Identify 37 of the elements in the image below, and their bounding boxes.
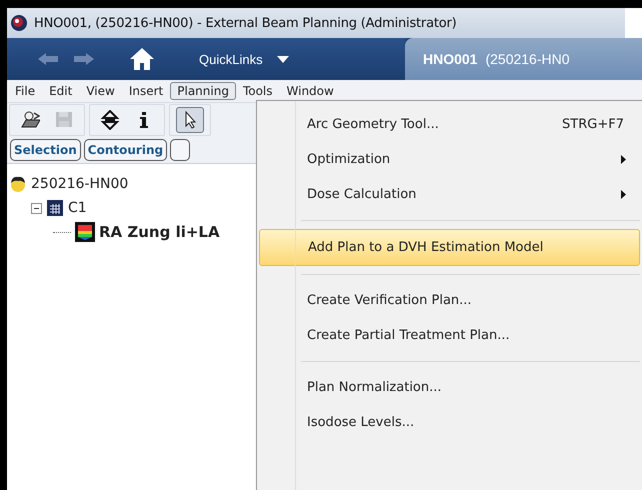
menu-item[interactable]: Insert — [122, 82, 170, 100]
quicklinks-menu[interactable]: QuickLinks — [199, 52, 289, 66]
app-icon — [10, 14, 28, 32]
workspace-tab[interactable]: Selection — [10, 139, 81, 161]
menu-item[interactable]: View — [79, 82, 122, 100]
patient-icon — [9, 175, 27, 193]
dose-map-icon — [75, 222, 95, 242]
tree-item[interactable]: C1 — [68, 200, 87, 216]
menu-item[interactable]: Edit — [42, 82, 80, 100]
home-icon[interactable] — [129, 47, 155, 71]
menu-option[interactable]: Dose Calculation — [259, 177, 640, 212]
menu-item[interactable]: File — [8, 82, 42, 100]
menu-option[interactable]: Create Verification Plan... — [259, 283, 640, 318]
menu-item[interactable]: Tools — [236, 82, 280, 100]
up-down-arrows-icon — [100, 110, 120, 130]
window-title: HNO001, (250216-HN00) - External Beam Planning (Administrator) — [34, 16, 457, 30]
workspace-tab[interactable]: Contouring — [84, 139, 168, 161]
open-patient-icon — [20, 110, 40, 130]
workspace-tab[interactable] — [170, 139, 190, 161]
menu-item[interactable]: Planning — [170, 82, 236, 100]
grid-icon — [46, 199, 64, 217]
shortcut-label: STRG+F7 — [562, 117, 624, 132]
menu-option[interactable]: Isodose Levels... — [259, 405, 640, 440]
menu-option[interactable]: Create Partial Treatment Plan... — [259, 318, 640, 353]
menu-option[interactable]: Add Plan to a DVH Estimation Model — [259, 229, 640, 266]
forward-icon[interactable] — [73, 52, 95, 66]
back-icon[interactable] — [37, 52, 59, 66]
pointer-button[interactable] — [176, 107, 204, 133]
collapse-icon[interactable] — [31, 202, 42, 214]
tree-item[interactable]: 250216-HN00 — [31, 176, 128, 192]
caret-icon — [276, 56, 289, 62]
menu-option[interactable]: Optimization — [259, 142, 640, 177]
menu-item[interactable]: Window — [280, 82, 341, 100]
tree-item[interactable]: RA Zung li+LA — [99, 223, 220, 241]
menu-option[interactable]: Arc Geometry Tool... STRG+F7 — [259, 107, 640, 142]
menu-option[interactable]: Plan Normalization... — [259, 370, 640, 405]
save-icon — [54, 110, 74, 130]
